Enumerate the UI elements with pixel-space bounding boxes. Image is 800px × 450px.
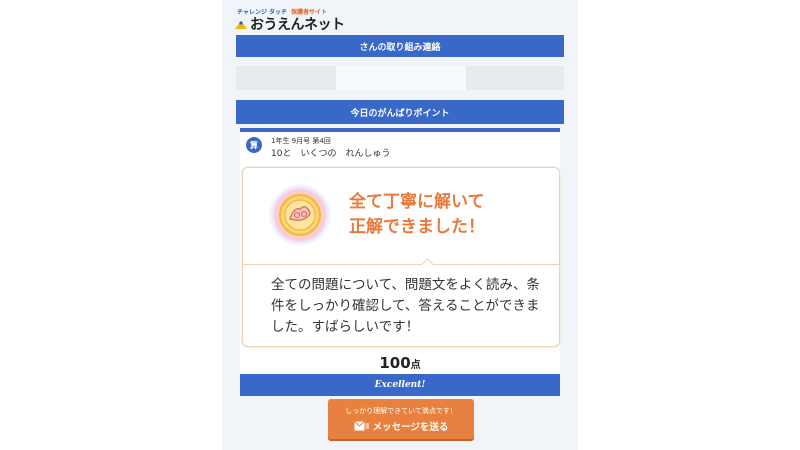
- award-headline-line2: 正解できました！: [349, 217, 485, 237]
- send-button-label: メッセージを送る: [372, 422, 449, 433]
- send-button-main: メッセージを送る: [328, 419, 474, 433]
- page-container: チャレンジ タッチ 保護者サイト おうえんネット さんの取り組み連絡 今日のがんば…: [222, 0, 578, 450]
- contact-content-panel: [336, 66, 466, 90]
- contact-content-area: [236, 66, 564, 90]
- send-message-button[interactable]: しっかり理解できていて満点です！ メッセージを送る: [328, 399, 474, 439]
- logo-mark-icon: [235, 20, 247, 29]
- site-logo[interactable]: おうえんネット: [234, 16, 345, 33]
- award-divider: [243, 264, 559, 265]
- points-section-title: 今日のがんばりポイント: [350, 108, 450, 119]
- lesson-title: 10と いくつの れんしゅう: [271, 149, 391, 159]
- score-unit: 点: [410, 360, 421, 371]
- site-header[interactable]: チャレンジ タッチ 保護者サイト おうえんネット: [234, 7, 345, 33]
- excellent-banner: Excellent!: [240, 374, 560, 396]
- score-value: 100: [379, 354, 411, 372]
- medal-icon: [269, 184, 331, 246]
- award-panel: 全て丁寧に解いて 正解できました！ 全ての問題について、問題文をよく読み、条件を…: [242, 167, 560, 347]
- score-display: 100点: [240, 354, 560, 372]
- send-button-sublabel: しっかり理解できていて満点です！: [345, 408, 457, 415]
- award-headline: 全て丁寧に解いて 正解できました！: [349, 190, 485, 240]
- card-top-accent: [240, 128, 560, 132]
- lesson-info: 1年生 9月号 第4回: [271, 137, 331, 145]
- subject-math-icon: 算: [246, 137, 262, 153]
- contact-section-header: さんの取り組み連絡: [236, 35, 564, 57]
- contact-section-title: さんの取り組み連絡: [359, 42, 441, 53]
- points-section-header: 今日のがんばりポイント: [236, 100, 564, 124]
- effort-point-card: 算 1年生 9月号 第4回 10と いくつの れんしゅう 全て丁寧に解いて 正解…: [240, 128, 560, 396]
- excellent-label: Excellent!: [374, 380, 426, 390]
- award-description: 全ての問題について、問題文をよく読み、条件をしっかり確認して、答えることができま…: [271, 277, 540, 335]
- logo-text: おうえんネット: [250, 17, 345, 33]
- mail-icon: [353, 421, 369, 431]
- award-top: 全て丁寧に解いて 正解できました！: [243, 168, 559, 264]
- award-headline-line1: 全て丁寧に解いて: [349, 192, 485, 212]
